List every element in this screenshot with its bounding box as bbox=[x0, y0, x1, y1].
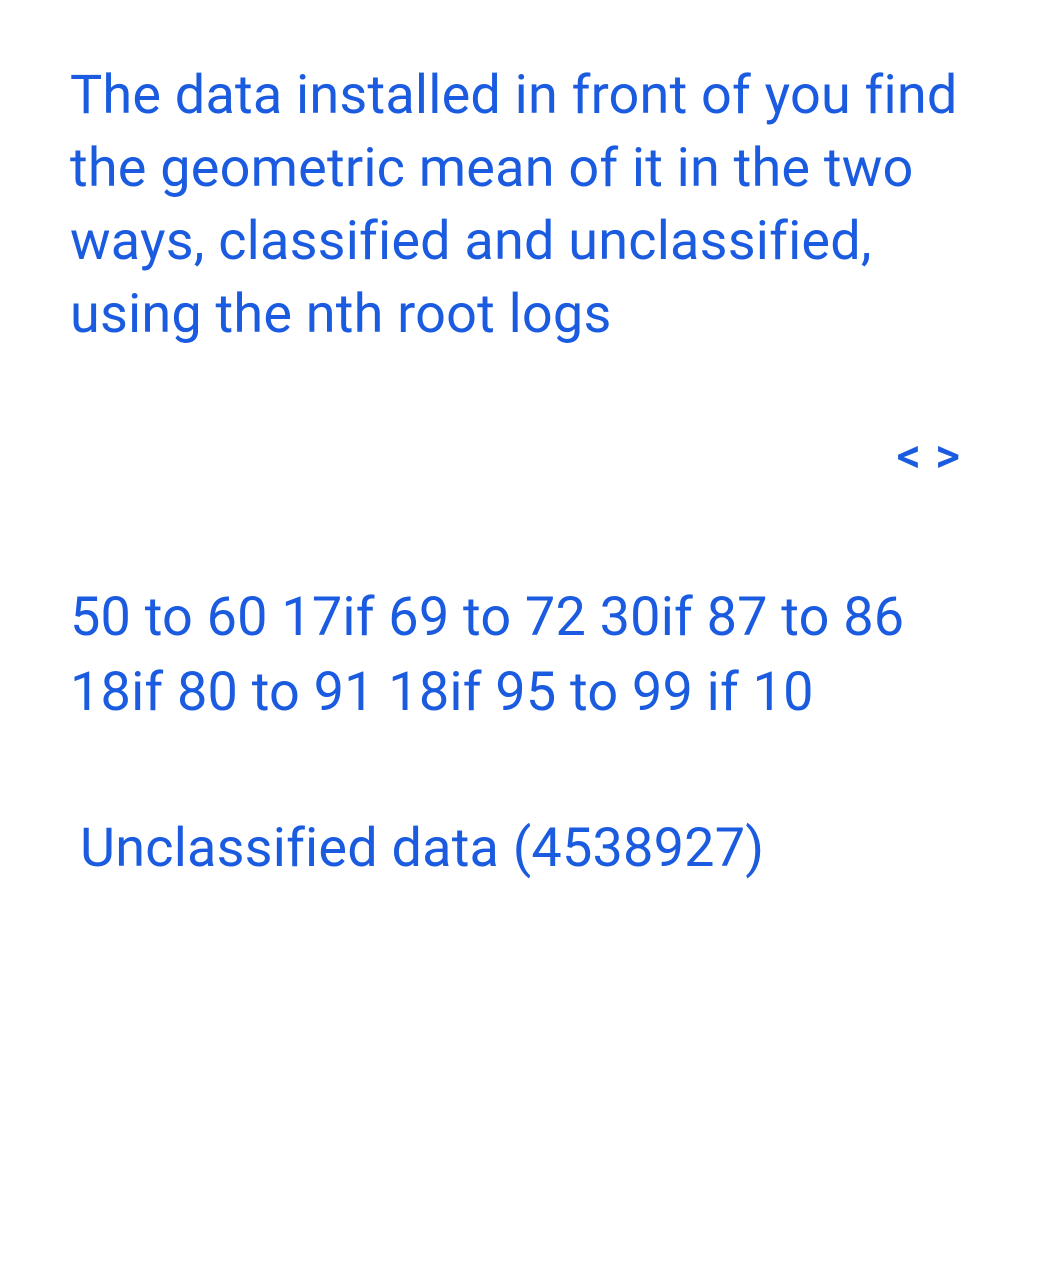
nav-controls: < > bbox=[70, 432, 980, 480]
intro-paragraph: The data installed in front of you find … bbox=[70, 60, 980, 352]
prev-icon[interactable]: < bbox=[897, 432, 921, 480]
classified-data-text: 50 to 60 17if 69 to 72 30if 87 to 86 18i… bbox=[70, 580, 980, 731]
next-icon[interactable]: > bbox=[935, 432, 960, 480]
document-page: The data installed in front of you find … bbox=[0, 0, 1050, 1280]
unclassified-data-text: Unclassified data (4538927) bbox=[70, 811, 980, 887]
